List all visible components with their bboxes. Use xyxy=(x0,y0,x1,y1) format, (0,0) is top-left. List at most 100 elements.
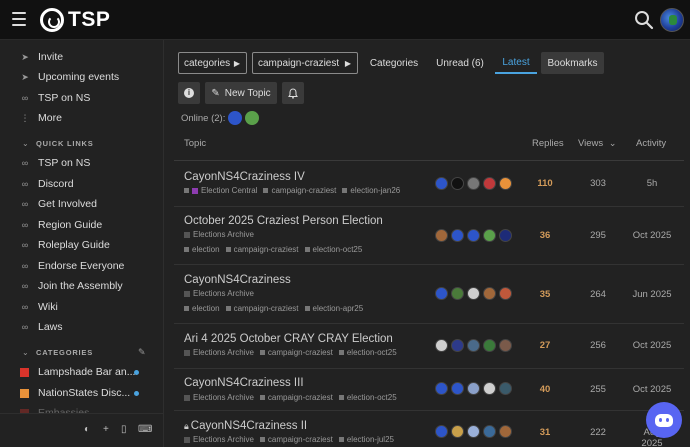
sidebar-item-more[interactable]: ⋮ More xyxy=(0,108,163,128)
topic-tag[interactable]: campaign-craziest xyxy=(263,186,336,195)
poster-avatar[interactable] xyxy=(483,287,496,300)
poster-avatar[interactable] xyxy=(499,229,512,242)
category-badge[interactable]: Election Central xyxy=(184,186,257,195)
poster-avatar[interactable] xyxy=(451,339,464,352)
category-breadcrumb-dropdown[interactable]: categories ▶ xyxy=(178,52,247,74)
hamburger-icon[interactable] xyxy=(12,12,26,26)
replies-column-header[interactable]: Replies xyxy=(532,138,564,149)
category-badge-label[interactable]: Elections Archive xyxy=(193,289,254,298)
replies-count[interactable]: 40 xyxy=(525,384,565,395)
topic-title[interactable]: CayonNS4Craziness IV xyxy=(184,171,305,183)
table-row[interactable]: CayonNS4Craziness IV Election Central ca… xyxy=(174,161,684,207)
replies-count[interactable]: 27 xyxy=(525,340,565,351)
poster-avatar[interactable] xyxy=(435,425,448,438)
activity-column-header[interactable]: Activity xyxy=(636,138,666,149)
poster-avatar[interactable] xyxy=(435,339,448,352)
online-user-avatar[interactable] xyxy=(228,111,243,125)
tab-unread[interactable]: Unread (6) xyxy=(430,52,490,74)
topic-tag[interactable]: election-oct25 xyxy=(339,348,397,357)
poster-avatar[interactable] xyxy=(467,425,480,438)
sidebar-item-get-involved[interactable]: ∞ Get Involved xyxy=(0,194,163,214)
sidebar-item-region-guide[interactable]: ∞ Region Guide xyxy=(0,215,163,235)
table-row[interactable]: 🔒︎ CayonNS4Craziness II Elections Archive… xyxy=(174,411,684,447)
sidebar-item-tsp-on-ns-quick[interactable]: ∞ TSP on NS xyxy=(0,153,163,173)
poster-avatar[interactable] xyxy=(483,177,496,190)
activity-time[interactable]: Oct 2025 xyxy=(632,230,672,241)
topic-title[interactable]: CayonNS4Craziness xyxy=(184,274,291,286)
replies-count[interactable]: 35 xyxy=(525,289,565,300)
sidebar-item-roleplay-guide[interactable]: ∞ Roleplay Guide xyxy=(0,235,163,255)
poster-avatar[interactable] xyxy=(483,229,496,242)
sidebar-category-lampshade-bar[interactable]: Lampshade Bar an... xyxy=(0,362,163,382)
sidebar-category-nationstates[interactable]: NationStates Disc... xyxy=(0,383,163,403)
user-avatar[interactable] xyxy=(660,8,684,32)
topic-tag[interactable]: election-jul25 xyxy=(339,435,394,444)
poster-avatar[interactable] xyxy=(467,229,480,242)
sidebar-item-upcoming-events[interactable]: ➤ Upcoming events xyxy=(0,67,163,87)
table-row[interactable]: October 2025 Craziest Person Election El… xyxy=(174,207,684,265)
poster-avatar[interactable] xyxy=(451,425,464,438)
tab-categories[interactable]: Categories xyxy=(364,52,424,74)
category-badge-label[interactable]: Elections Archive xyxy=(193,230,254,239)
poster-avatar[interactable] xyxy=(483,339,496,352)
table-row[interactable]: Ari 4 2025 October CRAY CRAY Election El… xyxy=(174,324,684,369)
poster-avatar[interactable] xyxy=(435,177,448,190)
topic-title[interactable]: 🔒︎ CayonNS4Craziness II xyxy=(184,420,307,432)
category-badge-label[interactable]: Elections Archive xyxy=(193,393,254,402)
replies-count[interactable]: 36 xyxy=(525,230,565,241)
poster-avatar[interactable] xyxy=(467,382,480,395)
topic-tag[interactable]: election-apr25 xyxy=(305,304,364,313)
info-button[interactable]: i xyxy=(178,82,200,104)
poster-avatar[interactable] xyxy=(499,287,512,300)
discord-chat-button[interactable] xyxy=(646,402,682,438)
topic-tag[interactable]: campaign-craziest xyxy=(260,435,333,444)
mobile-icon[interactable]: ▯ xyxy=(121,424,127,435)
sidebar-item-endorse-everyone[interactable]: ∞ Endorse Everyone xyxy=(0,256,163,276)
notifications-button[interactable] xyxy=(282,82,304,104)
poster-avatar[interactable] xyxy=(499,425,512,438)
pencil-icon[interactable]: ✎ xyxy=(138,347,146,358)
topic-tag[interactable]: campaign-craziest xyxy=(260,393,333,402)
poster-avatar[interactable] xyxy=(499,382,512,395)
sidebar-item-join-the-assembly[interactable]: ∞ Join the Assembly xyxy=(0,276,163,296)
topic-tag[interactable]: election-jan26 xyxy=(342,186,400,195)
sidebar-item-wiki[interactable]: ∞ Wiki xyxy=(0,297,163,317)
quick-links-section-header[interactable]: ⌄ QUICK LINKS xyxy=(0,135,163,151)
poster-avatar[interactable] xyxy=(451,382,464,395)
poster-avatar[interactable] xyxy=(435,382,448,395)
sidebar-item-laws[interactable]: ∞ Laws xyxy=(0,317,163,337)
replies-count[interactable]: 110 xyxy=(525,178,565,189)
activity-time[interactable]: Oct 2025 xyxy=(632,340,672,351)
poster-avatar[interactable] xyxy=(451,287,464,300)
categories-section-header[interactable]: ⌄ CATEGORIES ✎ xyxy=(0,344,163,360)
topic-tag[interactable]: election xyxy=(184,245,220,254)
poster-avatar[interactable] xyxy=(483,425,496,438)
search-icon[interactable] xyxy=(633,9,655,31)
topic-column-header[interactable]: Topic xyxy=(184,138,206,149)
poster-avatar[interactable] xyxy=(467,339,480,352)
topic-tag[interactable]: election-oct25 xyxy=(305,245,363,254)
views-column-header[interactable]: Views ⌄ xyxy=(578,138,616,149)
tab-bookmarks[interactable]: Bookmarks xyxy=(541,52,604,74)
theme-toggle-icon[interactable]: ◐ xyxy=(84,424,90,435)
poster-avatar[interactable] xyxy=(483,382,496,395)
topic-tag[interactable]: election xyxy=(184,304,220,313)
topic-tag[interactable]: campaign-craziest xyxy=(226,245,299,254)
new-topic-button[interactable]: ✎ New Topic xyxy=(205,82,277,104)
poster-avatar[interactable] xyxy=(451,177,464,190)
tag-breadcrumb-dropdown[interactable]: campaign-craziest ▶ xyxy=(252,52,358,74)
poster-avatar[interactable] xyxy=(435,229,448,242)
activity-time[interactable]: Jun 2025 xyxy=(632,289,672,300)
keyboard-icon[interactable]: ⌨ xyxy=(138,424,152,435)
topic-tag[interactable]: election-oct25 xyxy=(339,393,397,402)
site-logo[interactable]: TSP xyxy=(40,7,110,33)
activity-time[interactable]: 5h xyxy=(632,178,672,189)
poster-avatar[interactable] xyxy=(467,287,480,300)
topic-tag[interactable]: campaign-craziest xyxy=(260,348,333,357)
topic-title[interactable]: CayonNS4Craziness III xyxy=(184,377,304,389)
table-row[interactable]: CayonNS4Craziness Elections Archive elec… xyxy=(174,265,684,324)
topic-title[interactable]: October 2025 Craziest Person Election xyxy=(184,215,383,227)
sidebar-item-tsp-on-ns[interactable]: ∞ TSP on NS xyxy=(0,88,163,108)
plus-icon[interactable]: + xyxy=(103,424,109,435)
sidebar-item-discord[interactable]: ∞ Discord xyxy=(0,174,163,194)
